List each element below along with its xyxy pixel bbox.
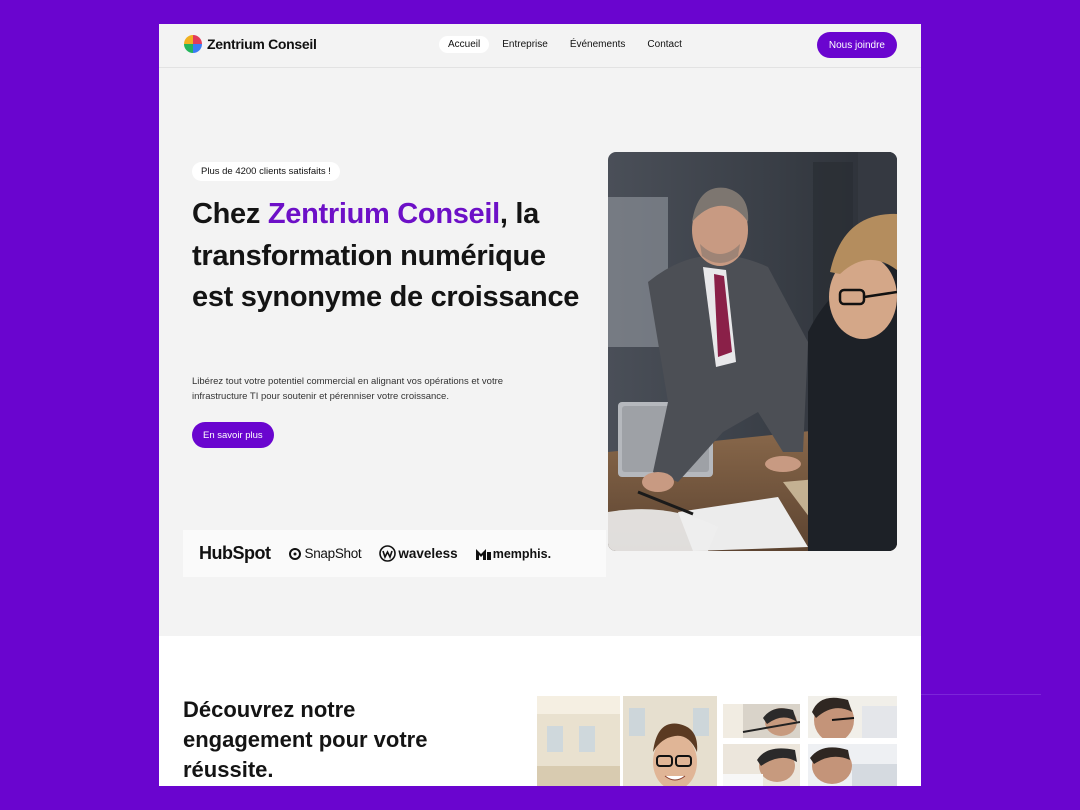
engagement-section: Découvrez notre engagement pour votre ré…: [159, 636, 921, 786]
team-photo-6: [808, 744, 897, 786]
memphis-icon: [475, 549, 491, 560]
hero-title-prefix: Chez: [192, 198, 268, 230]
nav-item-contact[interactable]: Contact: [638, 36, 690, 53]
nav-item-entreprise[interactable]: Entreprise: [493, 36, 557, 53]
learn-more-button[interactable]: En savoir plus: [192, 422, 274, 448]
waveless-logo: waveless: [379, 545, 458, 562]
waveless-icon: [379, 545, 397, 562]
team-photo-5: [723, 744, 800, 786]
page-frame: Zentrium Conseil Accueil Entreprise Évén…: [159, 24, 921, 786]
team-photo-2: [623, 696, 717, 786]
engagement-title: Découvrez notre engagement pour votre ré…: [183, 697, 428, 782]
hero-description: Libérez tout votre potentiel commercial …: [192, 376, 504, 402]
partner-logos: HubSpot SnapShot waveless memphis.: [183, 530, 606, 577]
background-divider: [921, 694, 1041, 695]
hero-title-accent: Zentrium Conseil: [267, 198, 500, 230]
team-photo-1: [537, 696, 620, 786]
memphis-logo: memphis.: [475, 546, 552, 561]
hubspot-logo: HubSpot: [199, 543, 271, 564]
nav-item-accueil[interactable]: Accueil: [439, 36, 490, 53]
memphis-logo-text: memphis.: [492, 546, 552, 561]
team-photo-4: [808, 696, 897, 738]
business-meeting-image: [608, 152, 897, 551]
hero-photo: [608, 152, 897, 551]
hero-title: Chez Zentrium Conseil, la transformation…: [192, 194, 592, 319]
team-photo-grid: [537, 696, 897, 786]
snapshot-logo-text: SnapShot: [304, 546, 362, 561]
snapshot-logo: SnapShot: [288, 546, 362, 561]
brand-logo[interactable]: Zentrium Conseil: [184, 35, 317, 53]
main-nav: Accueil Entreprise Événements Contact: [439, 36, 695, 53]
brand-name: Zentrium Conseil: [207, 36, 317, 52]
waveless-logo-text: waveless: [398, 546, 458, 561]
hubspot-logo-text: HubSpot: [199, 543, 271, 563]
clients-badge: Plus de 4200 clients satisfaits !: [192, 162, 340, 181]
snapshot-icon: [289, 547, 302, 560]
nav-item-evenements[interactable]: Événements: [561, 36, 635, 53]
logo-icon: [184, 35, 202, 53]
team-photo-3: [723, 704, 800, 738]
join-button[interactable]: Nous joindre: [816, 32, 897, 58]
site-header: Zentrium Conseil Accueil Entreprise Évén…: [159, 24, 921, 68]
